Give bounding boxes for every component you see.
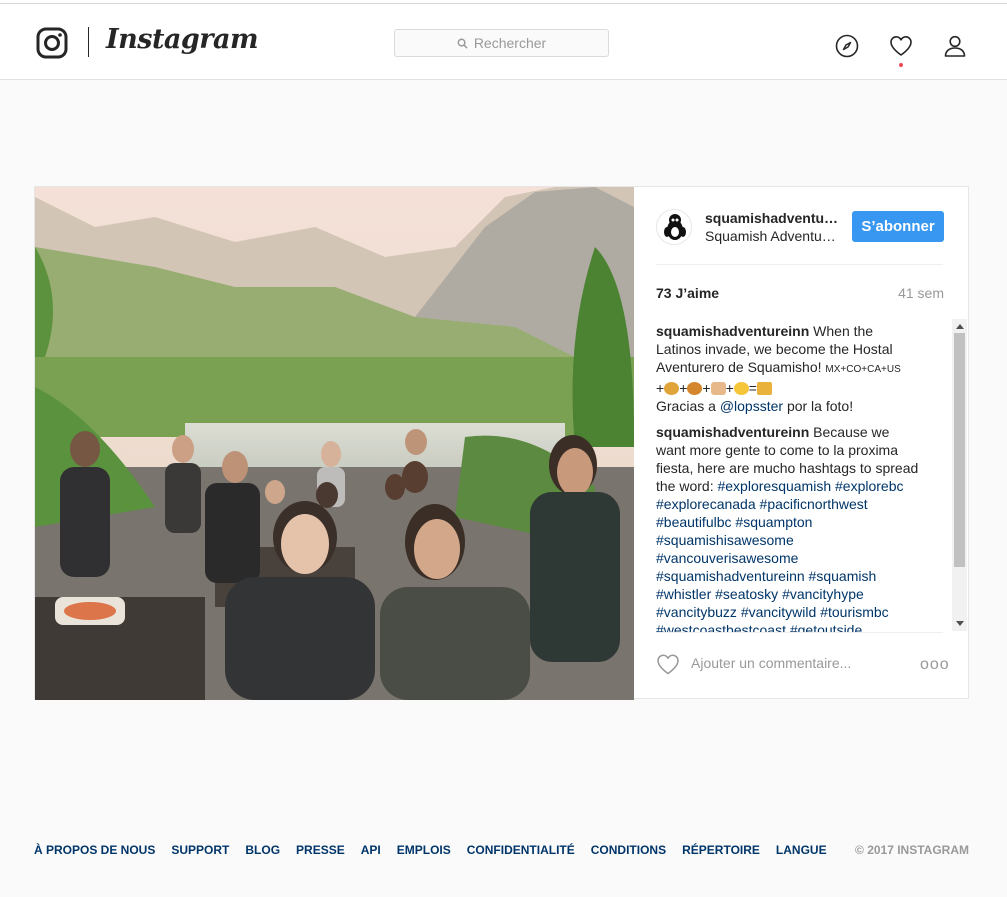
party-popper-emoji-icon [756, 382, 772, 395]
search-placeholder: Rechercher [473, 35, 547, 51]
post-username[interactable]: squamishadventureinn [705, 210, 839, 226]
notification-dot [899, 63, 903, 67]
mention-link[interactable]: @lopsster [720, 398, 783, 414]
flag-emoji-ca: CA [867, 364, 881, 375]
top-navbar: Instagram Rechercher [0, 4, 1007, 80]
credit-text: por la foto! [786, 398, 854, 414]
search-input[interactable]: Rechercher [394, 29, 609, 57]
scroll-down-arrow-icon[interactable] [956, 621, 964, 626]
flag-emoji-us: US [886, 364, 901, 375]
caption-comment: squamishadventureinn When the Latinos in… [656, 322, 921, 415]
profile-person-icon[interactable] [943, 34, 967, 58]
scrollbar-thumb[interactable] [954, 333, 965, 567]
post-card: squamishadventureinn Squamish Adventure … [34, 186, 969, 700]
footer-link-about[interactable]: À PROPOS DE NOUS [34, 843, 155, 857]
hashtag-link[interactable]: #squamish [809, 568, 877, 584]
footer-link-jobs[interactable]: EMPLOIS [397, 843, 451, 857]
footer-link-privacy[interactable]: CONFIDENTIALITÉ [467, 843, 575, 857]
like-heart-icon[interactable] [656, 653, 680, 675]
flag-emoji-mx: MX [825, 364, 841, 375]
footer: À PROPOS DE NOUS SUPPORT BLOG PRESSE API… [34, 843, 969, 859]
emoji-op: + [725, 380, 734, 396]
emoji-op: + [679, 380, 688, 396]
scroll-up-arrow-icon[interactable] [956, 324, 964, 329]
activity-heart-icon[interactable] [889, 34, 913, 58]
likes-count[interactable]: 73 J’aime [656, 285, 719, 301]
comment-username[interactable]: squamishadventureinn [656, 323, 809, 339]
search-icon [457, 38, 468, 49]
comments-list[interactable]: squamishadventureinn When the Latinos in… [656, 322, 921, 632]
instagram-wordmark[interactable]: Instagram [106, 24, 259, 55]
copyright: © 2017 INSTAGRAM [855, 843, 969, 857]
hashtags-comment: squamishadventureinn Because we want mor… [656, 423, 921, 632]
credit-text: Gracias a [656, 398, 716, 414]
footer-nav: À PROPOS DE NOUS SUPPORT BLOG PRESSE API… [34, 843, 969, 857]
hashtag-link[interactable]: #squampton [735, 514, 812, 530]
post-full-name: Squamish Adventure Inn [705, 228, 839, 244]
add-comment-input[interactable]: Ajouter un commentaire... [691, 655, 851, 671]
hashtag-link[interactable]: #tourismbc [820, 604, 888, 620]
flag-emoji-co: CO [846, 364, 862, 375]
hashtag-link[interactable]: #whistler [656, 586, 711, 602]
comment-username[interactable]: squamishadventureinn [656, 424, 809, 440]
hashtag-link[interactable]: #squamishisawesome [656, 532, 794, 548]
post-sidebar: squamishadventureinn Squamish Adventure … [634, 187, 969, 698]
hashtag-link[interactable]: #vancitybuzz [656, 604, 737, 620]
hashtag-link[interactable]: #vancitywild [741, 604, 816, 620]
instagram-logo-icon[interactable] [36, 27, 68, 59]
post-timestamp[interactable]: 41 sem [898, 285, 944, 301]
hashtag-link[interactable]: #westcoastbestcoast [656, 622, 786, 632]
burger-emoji-icon [687, 382, 703, 395]
emoji-op: = [748, 380, 757, 396]
hashtag-link[interactable]: #explorebc [835, 478, 904, 494]
hashtag-link[interactable]: #explorecanada [656, 496, 756, 512]
sunglasses-face-emoji-icon [733, 382, 749, 395]
emoji-op: + [656, 380, 665, 396]
post-photo[interactable] [35, 187, 634, 700]
footer-link-blog[interactable]: BLOG [245, 843, 280, 857]
divider [656, 632, 943, 633]
divider [656, 264, 943, 265]
hashtag-link[interactable]: #pacificnorthwest [760, 496, 868, 512]
footer-link-support[interactable]: SUPPORT [171, 843, 229, 857]
hashtag-link[interactable]: #vancityhype [782, 586, 864, 602]
hashtag-link[interactable]: #squamishadventureinn [656, 568, 805, 584]
hashtag-link[interactable]: #seatosky [715, 586, 778, 602]
hashtag-link[interactable]: #beautifulbc [656, 514, 732, 530]
footer-link-terms[interactable]: CONDITIONS [591, 843, 666, 857]
hashtag-link[interactable]: #exploresquamish [717, 478, 831, 494]
burrito-emoji-icon [710, 382, 726, 395]
more-options-icon[interactable]: ooo [920, 656, 950, 674]
avatar[interactable] [656, 209, 692, 245]
footer-link-press[interactable]: PRESSE [296, 843, 345, 857]
follow-button[interactable]: S’abonner [852, 211, 944, 242]
footer-link-api[interactable]: API [361, 843, 381, 857]
hashtag-link[interactable]: #vancouverisawesome [656, 550, 798, 566]
emoji-op: + [702, 380, 711, 396]
comments-scrollbar[interactable] [952, 319, 967, 631]
panda-logo-icon [657, 210, 691, 244]
logo-divider [88, 27, 89, 57]
footer-link-directory[interactable]: RÉPERTOIRE [682, 843, 760, 857]
explore-compass-icon[interactable] [835, 34, 859, 58]
hashtag-link[interactable]: #getoutside [790, 622, 862, 632]
taco-emoji-icon [664, 382, 680, 395]
footer-link-language[interactable]: LANGUE [776, 843, 827, 857]
